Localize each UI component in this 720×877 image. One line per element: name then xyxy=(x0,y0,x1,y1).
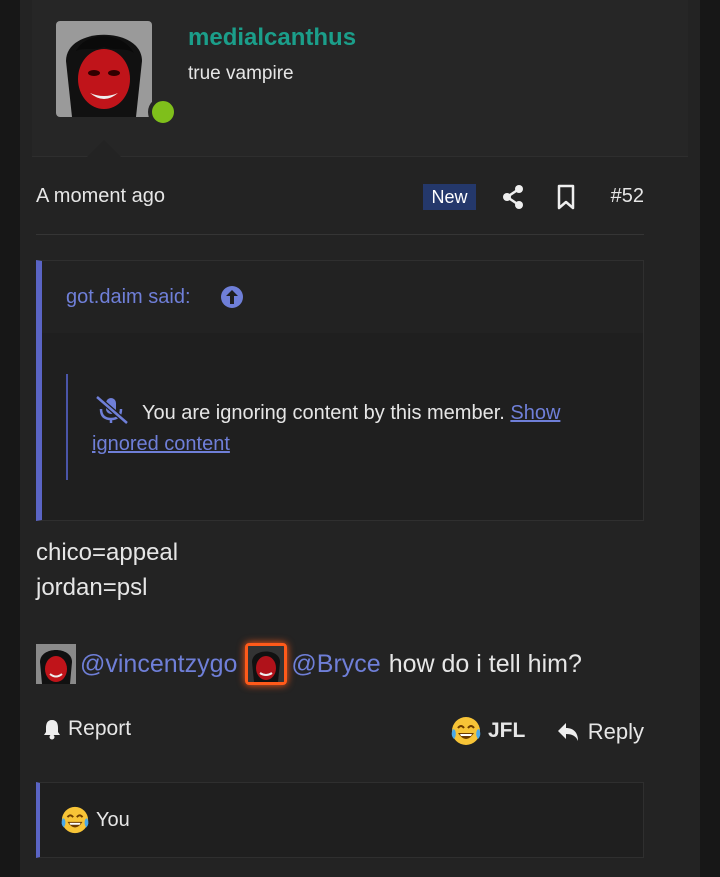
post-time[interactable]: A moment ago xyxy=(36,185,165,208)
mention-avatar-2 xyxy=(245,643,288,685)
crying-laughing-emoji-icon xyxy=(450,715,482,747)
post-actions: Report JFL Reply xyxy=(36,711,644,755)
online-status-icon xyxy=(148,97,178,127)
bell-icon xyxy=(44,720,60,740)
body-line-2: jordan=psl xyxy=(36,574,148,601)
user-title: true vampire xyxy=(188,63,294,84)
ignored-message: You are ignoring content by this member.… xyxy=(92,398,612,460)
reaction-button[interactable]: JFL xyxy=(450,715,525,747)
bookmark-icon[interactable] xyxy=(556,184,576,210)
quote-block: got.daim said: You are ignoring content … xyxy=(36,260,644,521)
user-block-arrow xyxy=(86,140,122,158)
body-line-1: chico=appeal xyxy=(36,539,179,566)
quote-author[interactable]: got.daim said: xyxy=(66,286,191,309)
post-meta-row: A moment ago New #52 xyxy=(36,175,644,219)
arrow-up-circle-icon[interactable] xyxy=(220,285,244,309)
report-label: Report xyxy=(68,717,132,740)
reactions-bar[interactable]: You xyxy=(36,782,644,858)
avatar[interactable] xyxy=(56,21,152,117)
quote-header: got.daim said: xyxy=(42,261,643,333)
share-icon[interactable] xyxy=(502,185,524,209)
reactions-label: You xyxy=(96,808,130,831)
reaction-label: JFL xyxy=(488,719,526,742)
divider xyxy=(36,234,644,235)
post-body: chico=appeal jordan=psl xyxy=(36,535,644,605)
mention-tail-text: how do i tell him? xyxy=(388,649,582,678)
reply-icon xyxy=(557,723,578,741)
mention-line: @vincentzygo @Bryce how do i tell him? xyxy=(36,643,582,685)
new-badge: New xyxy=(423,184,476,210)
ignored-content-box: You are ignoring content by this member.… xyxy=(66,374,606,480)
mention-avatar-1 xyxy=(36,644,76,684)
reply-label: Reply xyxy=(587,719,644,744)
mention-link-1[interactable]: @vincentzygo xyxy=(80,650,237,679)
user-block: medialcanthus true vampire xyxy=(32,0,688,157)
report-button[interactable]: Report xyxy=(42,717,131,741)
username[interactable]: medialcanthus xyxy=(188,24,356,52)
mention-link-2[interactable]: @Bryce xyxy=(291,650,380,679)
reply-button[interactable]: Reply xyxy=(556,719,644,745)
post-number[interactable]: #52 xyxy=(611,185,644,208)
ignored-text: You are ignoring content by this member. xyxy=(142,402,505,424)
crying-laughing-emoji-icon xyxy=(60,805,90,835)
